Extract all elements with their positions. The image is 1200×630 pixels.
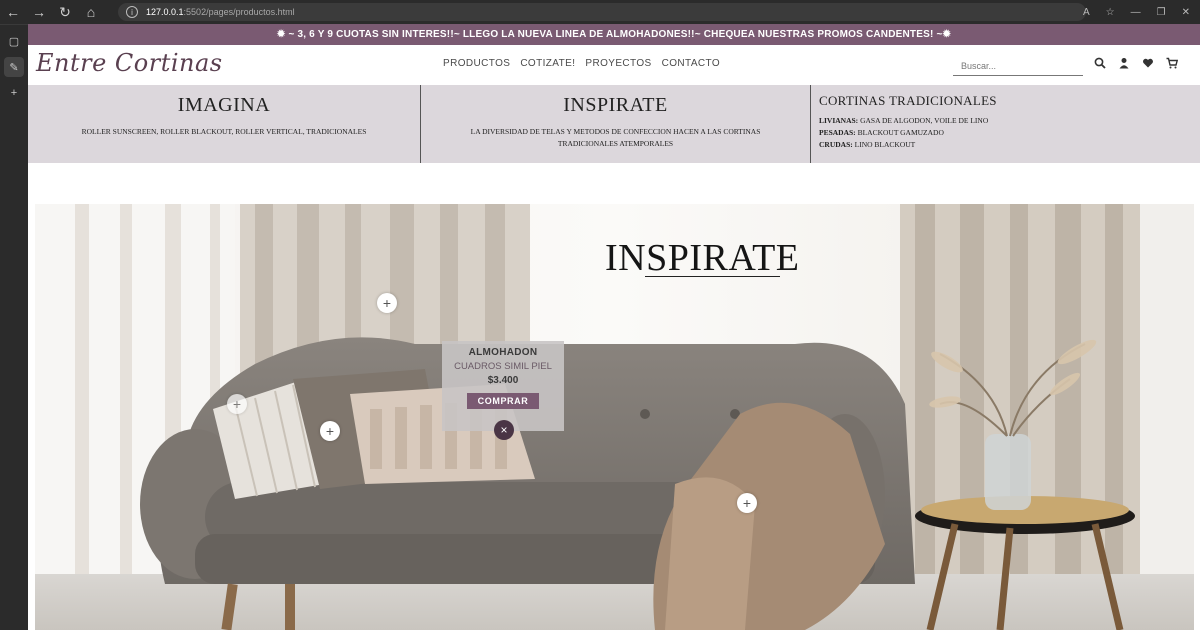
address-bar[interactable]: i 127.0.0.1 :5502/pages/productos.html [118, 3, 1086, 21]
hero-title-underline [645, 276, 780, 277]
hero-title: INSPIRATE [605, 236, 800, 280]
info-text: LA DIVERSIDAD DE TELAS Y METODOS DE CONF… [470, 127, 761, 148]
product-price: $3.400 [487, 375, 519, 386]
product-name: ALMOHADON [468, 347, 538, 358]
site-logo[interactable]: Entre Cortinas [36, 49, 223, 77]
info-col-tradicionales: CORTINAS TRADICIONALES LIVIANAS: GASA DE… [810, 85, 1200, 163]
info-line-value: BLACKOUT GAMUZADO [855, 128, 944, 137]
nav-cotizate[interactable]: COTIZATE! [520, 58, 575, 69]
info-col-inspirate: INSPIRATE LA DIVERSIDAD DE TELAS Y METOD… [420, 85, 810, 163]
product-popup: ALMOHADON CUADROS SIMIL PIEL $3.400 COMP… [442, 341, 564, 431]
tab-actions-icon[interactable]: ▢ [4, 31, 24, 51]
heart-icon[interactable] [1142, 57, 1154, 69]
browser-toolbar: ← → ↻ ⌂ i 127.0.0.1 :5502/pages/producto… [0, 0, 1200, 24]
info-text: ROLLER SUNSCREEN, ROLLER BLACKOUT, ROLLE… [81, 127, 367, 136]
hotspot-plus-icon[interactable]: + [227, 394, 247, 414]
read-aloud-icon[interactable]: A [1083, 7, 1090, 18]
reload-icon[interactable]: ↻ [52, 0, 78, 24]
cart-icon[interactable] [1166, 57, 1178, 69]
forward-icon[interactable]: → [26, 0, 52, 24]
user-icon[interactable] [1118, 57, 1130, 69]
hotspot-plus-icon[interactable]: + [737, 493, 757, 513]
info-line-label: LIVIANAS: [819, 116, 859, 125]
info-line-label: PESADAS: [819, 128, 856, 137]
info-line-value: LINO BLACKOUT [852, 140, 916, 149]
info-line: CRUDAS: LINO BLACKOUT [819, 139, 1200, 151]
info-band: IMAGINA ROLLER SUNSCREEN, ROLLER BLACKOU… [28, 85, 1200, 163]
hero-image: INSPIRATE + + + + ALMOHADON CUADROS SIMI… [35, 204, 1194, 630]
buy-button[interactable]: COMPRAR [467, 393, 539, 409]
hero-title-text: INSPIRATE [605, 237, 800, 279]
info-title: INSPIRATE [563, 94, 668, 116]
info-title: IMAGINA [177, 94, 271, 116]
new-tab-icon[interactable]: + [4, 83, 24, 103]
site-header: Entre Cortinas PRODUCTOS COTIZATE! PROYE… [28, 45, 1200, 85]
sidebar-rail: ▢ ✎ + [0, 24, 28, 630]
nav-proyectos[interactable]: PROYECTOS [585, 58, 651, 69]
url-host: 127.0.0.1 [146, 7, 184, 17]
search-icon[interactable] [1094, 57, 1106, 69]
info-col-imagina: IMAGINA ROLLER SUNSCREEN, ROLLER BLACKOU… [28, 85, 420, 163]
promo-banner: ✹ ~ 3, 6 Y 9 CUOTAS SIN INTERES!!~ LLEGO… [28, 24, 1200, 45]
info-line-label: CRUDAS: [819, 140, 853, 149]
site-info-icon[interactable]: i [126, 6, 138, 18]
tab-favicon-icon[interactable]: ✎ [4, 57, 24, 77]
hotspot-plus-icon[interactable]: + [320, 421, 340, 441]
product-description: CUADROS SIMIL PIEL [454, 361, 552, 372]
home-icon[interactable]: ⌂ [78, 0, 104, 24]
info-title: CORTINAS TRADICIONALES [819, 93, 997, 108]
info-line: LIVIANAS: GASA DE ALGODON, VOILE DE LINO [819, 115, 1200, 127]
close-icon[interactable]: × [494, 420, 514, 440]
back-icon[interactable]: ← [0, 0, 26, 24]
search-input[interactable] [953, 56, 1083, 76]
restore-icon[interactable]: ❐ [1157, 7, 1166, 18]
hotspot-plus-icon[interactable]: + [377, 293, 397, 313]
web-page: ✹ ~ 3, 6 Y 9 CUOTAS SIN INTERES!!~ LLEGO… [28, 24, 1200, 630]
main-nav: PRODUCTOS COTIZATE! PROYECTOS CONTACTO [443, 58, 720, 69]
minimize-icon[interactable]: — [1131, 7, 1141, 18]
favorites-icon[interactable]: ☆ [1106, 7, 1115, 18]
info-line-value: GASA DE ALGODON, VOILE DE LINO [858, 116, 989, 125]
nav-contacto[interactable]: CONTACTO [662, 58, 720, 69]
close-window-icon[interactable]: ✕ [1182, 7, 1190, 18]
info-line: PESADAS: BLACKOUT GAMUZADO [819, 127, 1200, 139]
nav-productos[interactable]: PRODUCTOS [443, 58, 510, 69]
url-path: :5502/pages/productos.html [183, 7, 295, 17]
